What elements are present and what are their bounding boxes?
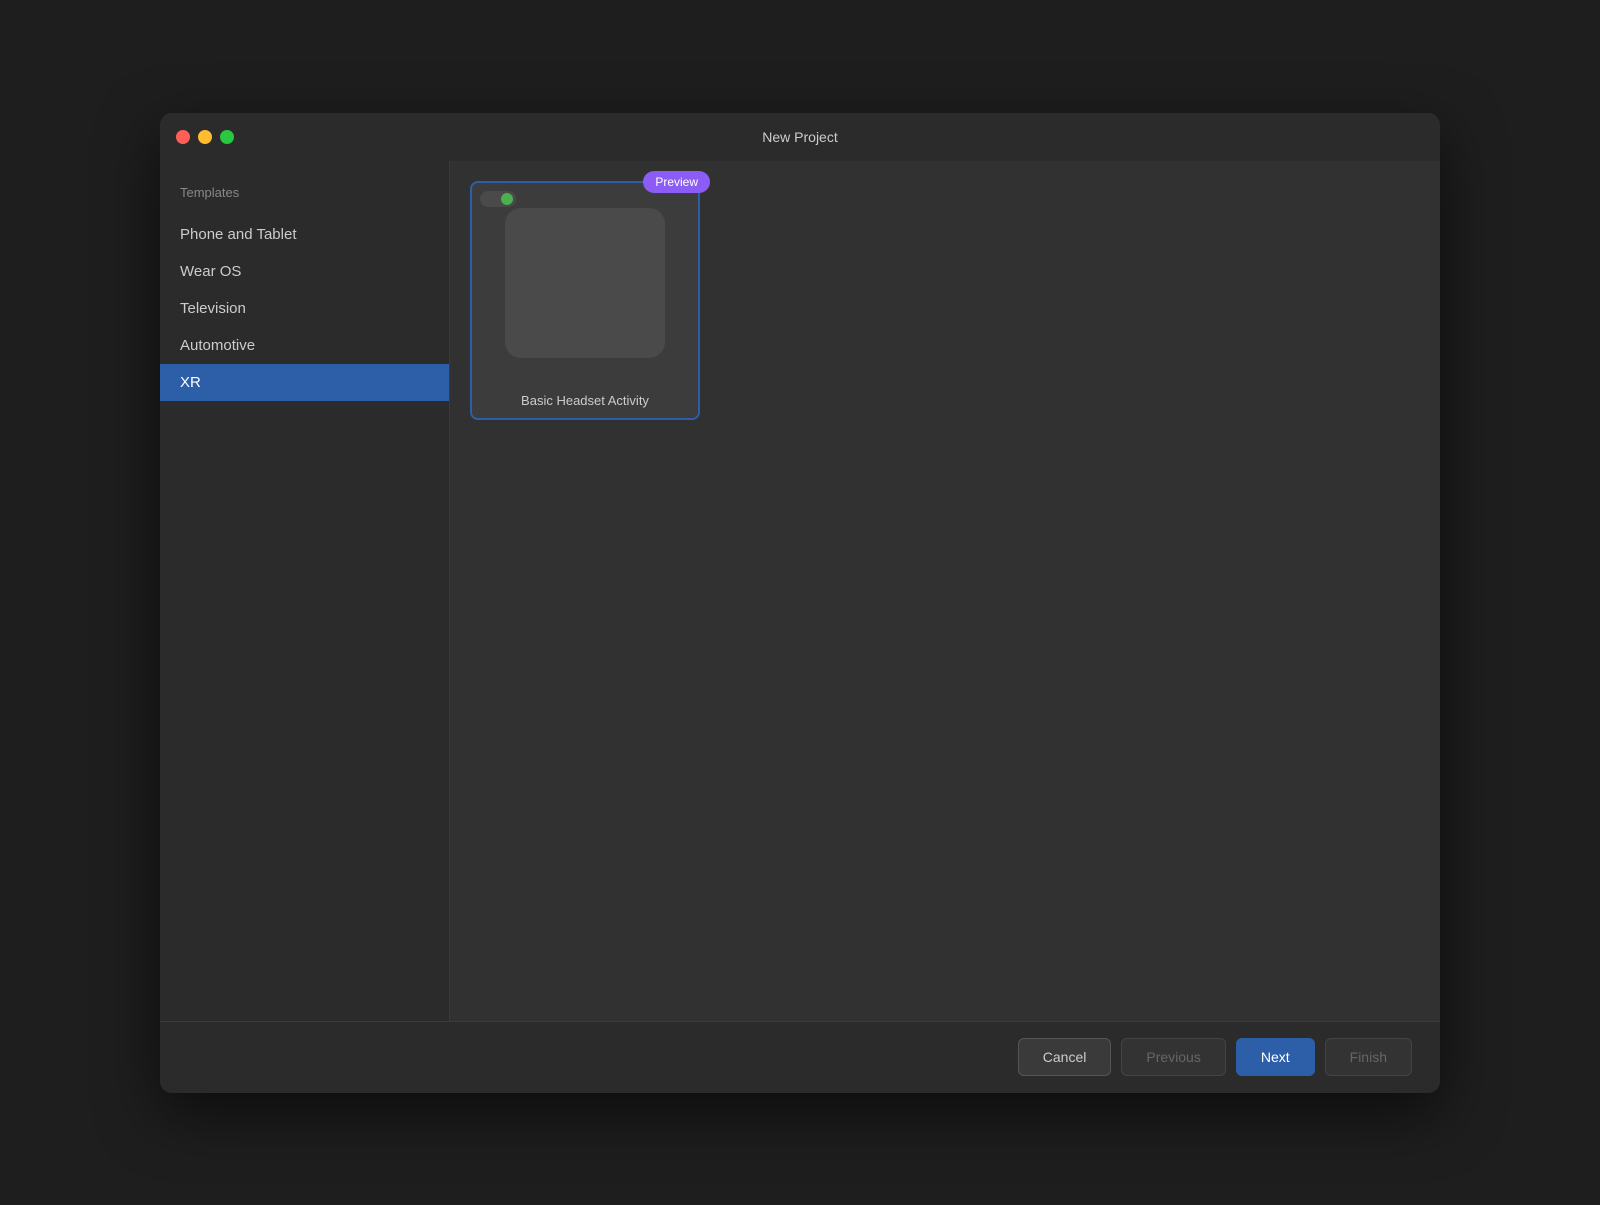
finish-button[interactable]: Finish [1325,1038,1412,1076]
sidebar-section-label: Templates [160,177,449,216]
toggle-track [480,191,516,207]
toggle-thumb [501,193,513,205]
sidebar-item-phone-tablet[interactable]: Phone and Tablet [160,216,449,253]
next-button[interactable]: Next [1236,1038,1315,1076]
template-preview: Preview [472,183,698,383]
sidebar: Templates Phone and Tablet Wear OS Telev… [160,161,450,1021]
dialog-body: Templates Phone and Tablet Wear OS Telev… [160,161,1440,1021]
template-card-basic-headset[interactable]: Preview Basic Headset Activity [470,181,700,420]
previous-button[interactable]: Previous [1121,1038,1225,1076]
sidebar-item-wear-os[interactable]: Wear OS [160,253,449,290]
sidebar-item-automotive[interactable]: Automotive [160,327,449,364]
minimize-button[interactable] [198,130,212,144]
title-bar: New Project [160,113,1440,161]
template-grid: Preview Basic Headset Activity [470,181,1420,420]
preview-badge: Preview [643,171,710,193]
window-controls [176,130,234,144]
dialog-footer: Cancel Previous Next Finish [160,1021,1440,1093]
maximize-button[interactable] [220,130,234,144]
main-content: Preview Basic Headset Activity [450,161,1440,1021]
template-name: Basic Headset Activity [472,383,698,418]
cancel-button[interactable]: Cancel [1018,1038,1112,1076]
new-project-dialog: New Project Templates Phone and Tablet W… [160,113,1440,1093]
dialog-title: New Project [762,129,837,145]
sidebar-item-xr[interactable]: XR [160,364,449,401]
close-button[interactable] [176,130,190,144]
phone-mockup [505,208,665,358]
sidebar-item-television[interactable]: Television [160,290,449,327]
preview-toggle [480,191,516,207]
